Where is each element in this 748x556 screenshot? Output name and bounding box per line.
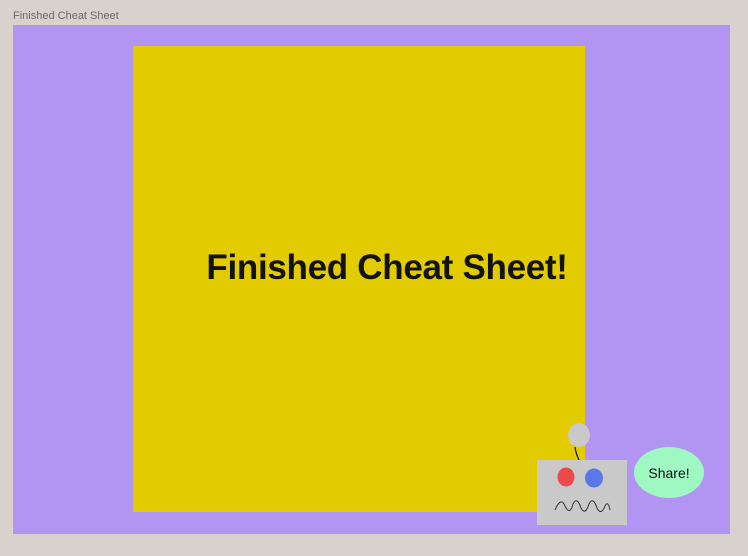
robot-antenna-ball xyxy=(568,423,590,447)
robot-body xyxy=(537,460,627,525)
canvas-frame[interactable]: Finished Cheat Sheet! Share! xyxy=(13,25,730,534)
robot-icon xyxy=(537,420,637,530)
frame-label: Finished Cheat Sheet xyxy=(13,10,119,22)
robot-eye-left xyxy=(557,467,575,487)
share-button[interactable]: Share! xyxy=(634,447,704,498)
robot-antenna-stem xyxy=(574,446,580,461)
card-title: Finished Cheat Sheet! xyxy=(206,248,568,287)
robot-illustration xyxy=(537,423,627,525)
cheat-sheet-card: Finished Cheat Sheet! xyxy=(133,46,585,512)
robot-eye-right xyxy=(585,468,603,488)
